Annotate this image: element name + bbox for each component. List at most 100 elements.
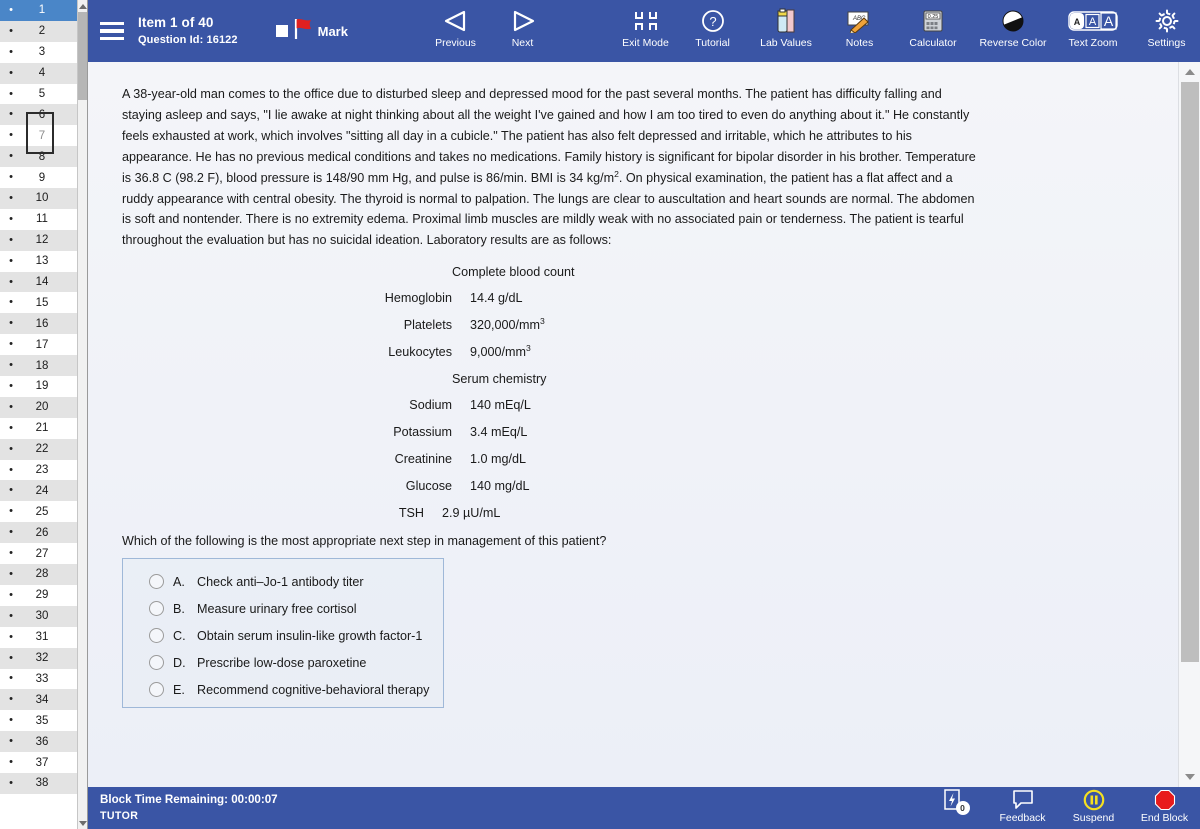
- menu-hamburger-icon[interactable]: [100, 22, 124, 40]
- question-number-list[interactable]: • 1 • 2 • 3 • 4 • 5 • 6 • 7 • 8 • 9 • 10 • 11 • 12 • 13 • 14 • 15 • 16 •…: [0, 0, 78, 829]
- question-nav-item-28[interactable]: • 28: [0, 564, 78, 585]
- question-nav-item-22[interactable]: • 22: [0, 438, 78, 460]
- settings-button[interactable]: Settings: [1133, 6, 1200, 49]
- question-nav-number: 6: [38, 108, 46, 121]
- sidebar-scrollbar[interactable]: [77, 0, 87, 829]
- radio-button[interactable]: [149, 655, 164, 671]
- question-nav-item-29[interactable]: • 29: [0, 585, 78, 606]
- radio-button[interactable]: [149, 628, 164, 644]
- content-scroll-down-button[interactable]: [1179, 769, 1200, 785]
- bullet-icon: •: [9, 379, 13, 392]
- question-nav-number: 10: [35, 192, 49, 205]
- question-nav-item-8[interactable]: • 8: [0, 146, 78, 168]
- question-nav-item-5[interactable]: • 5: [0, 84, 78, 105]
- radio-button[interactable]: [149, 574, 164, 590]
- question-nav-item-7[interactable]: • 7: [0, 125, 78, 146]
- bottom-status-bar: Block Time Remaining: 00:00:07 TUTOR 0 F…: [88, 787, 1200, 829]
- answer-option-b[interactable]: B. Measure urinary free cortisol: [123, 595, 443, 622]
- sidebar-scroll-thumb[interactable]: [78, 12, 87, 100]
- next-button[interactable]: Next: [489, 6, 556, 49]
- toolbar-left-group: Item 1 of 40 Question Id: 16122 Mark: [88, 0, 348, 62]
- reverse-color-button[interactable]: Reverse Color: [973, 6, 1053, 49]
- question-nav-item-33[interactable]: • 33: [0, 669, 78, 690]
- answer-option-c[interactable]: C. Obtain serum insulin-like growth facto…: [123, 622, 443, 649]
- question-nav-item-21[interactable]: • 21: [0, 418, 78, 439]
- radio-button[interactable]: [149, 682, 164, 698]
- question-nav-number: 12: [35, 234, 49, 247]
- question-nav-item-4[interactable]: • 4: [0, 62, 78, 84]
- question-nav-item-18[interactable]: • 18: [0, 355, 78, 377]
- question-nav-item-14[interactable]: • 14: [0, 271, 78, 293]
- lab-name: Sodium: [409, 398, 452, 413]
- question-nav-item-12[interactable]: • 12: [0, 229, 78, 251]
- text-zoom-button[interactable]: A A A Text Zoom: [1053, 6, 1133, 49]
- sidebar-scroll-down-button[interactable]: [78, 817, 87, 829]
- next-label: Next: [511, 37, 534, 49]
- question-nav-item-20[interactable]: • 20: [0, 396, 78, 418]
- suspend-button[interactable]: Suspend: [1058, 789, 1129, 824]
- bullet-icon: •: [9, 735, 13, 748]
- question-nav-item-2[interactable]: • 2: [0, 20, 78, 42]
- radio-button[interactable]: [149, 601, 164, 617]
- option-text: Recommend cognitive-behavioral therapy: [197, 682, 430, 697]
- question-nav-number: 37: [35, 756, 49, 769]
- question-nav-item-15[interactable]: • 15: [0, 292, 78, 313]
- content-scroll-thumb[interactable]: [1181, 82, 1199, 662]
- question-nav-item-11[interactable]: • 11: [0, 209, 78, 230]
- triangle-up-icon: [79, 3, 87, 9]
- main-pane: Item 1 of 40 Question Id: 16122 Mark Pre…: [88, 0, 1200, 829]
- question-nav-item-1[interactable]: • 1: [0, 0, 78, 21]
- answer-option-e[interactable]: E. Recommend cognitive-behavioral therapy: [123, 676, 443, 703]
- question-nav-item-16[interactable]: • 16: [0, 313, 78, 335]
- flash-card-button[interactable]: 0: [916, 789, 987, 815]
- question-nav-item-36[interactable]: • 36: [0, 731, 78, 753]
- question-nav-item-23[interactable]: • 23: [0, 460, 78, 481]
- question-nav-item-26[interactable]: • 26: [0, 522, 78, 544]
- question-stem: A 38-year-old man comes to the office du…: [122, 84, 977, 251]
- question-nav-item-6[interactable]: • 6: [0, 104, 78, 126]
- question-nav-item-34[interactable]: • 34: [0, 689, 78, 711]
- bullet-icon: •: [9, 150, 13, 163]
- bullet-icon: •: [9, 693, 13, 706]
- feedback-button[interactable]: Feedback: [987, 789, 1058, 824]
- question-nav-item-25[interactable]: • 25: [0, 501, 78, 522]
- question-nav-item-17[interactable]: • 17: [0, 334, 78, 355]
- question-nav-item-19[interactable]: • 19: [0, 376, 78, 397]
- question-nav-item-32[interactable]: • 32: [0, 647, 78, 669]
- question-nav-item-24[interactable]: • 24: [0, 480, 78, 502]
- content-scrollbar[interactable]: [1178, 62, 1200, 787]
- question-nav-number: 11: [36, 213, 48, 226]
- question-nav-item-30[interactable]: • 30: [0, 605, 78, 627]
- question-nav-item-10[interactable]: • 10: [0, 188, 78, 209]
- lab-values-button[interactable]: Lab Values: [746, 6, 826, 49]
- bullet-icon: •: [9, 400, 13, 413]
- answer-options-list[interactable]: A. Check anti–Jo-1 antibody titer B. Measur…: [122, 558, 444, 709]
- answer-option-d[interactable]: D. Prescribe low-dose paroxetine: [123, 649, 443, 676]
- calculator-button[interactable]: 0.25 Calculator: [893, 6, 973, 49]
- question-nav-number: 31: [35, 631, 49, 644]
- question-nav-item-37[interactable]: • 37: [0, 752, 78, 773]
- mark-question-button[interactable]: Mark: [275, 18, 348, 45]
- sidebar-scroll-up-button[interactable]: [78, 0, 87, 12]
- tutorial-button[interactable]: ? Tutorial: [679, 6, 746, 49]
- bullet-icon: •: [9, 24, 13, 37]
- exit-mode-button[interactable]: Exit Mode: [612, 6, 679, 49]
- lab-name: TSH: [398, 506, 424, 521]
- notes-label: Notes: [845, 37, 874, 49]
- question-nav-item-27[interactable]: • 27: [0, 543, 78, 564]
- question-nav-item-38[interactable]: • 38: [0, 772, 78, 794]
- question-nav-item-3[interactable]: • 3: [0, 42, 78, 63]
- notes-button[interactable]: ABC Notes: [826, 6, 893, 49]
- previous-button[interactable]: Previous: [422, 6, 489, 49]
- question-navigator-sidebar: • 1 • 2 • 3 • 4 • 5 • 6 • 7 • 8 • 9 • 10 • 11 • 12 • 13 • 14 • 15 • 16 •…: [0, 0, 88, 829]
- question-nav-item-13[interactable]: • 13: [0, 251, 78, 272]
- lab-row: Sodium 140 mEq/L: [122, 398, 1158, 412]
- answer-option-a[interactable]: A. Check anti–Jo-1 antibody titer: [123, 568, 443, 595]
- content-scroll-up-button[interactable]: [1179, 64, 1200, 80]
- end-block-button[interactable]: End Block: [1129, 789, 1200, 824]
- question-nav-item-35[interactable]: • 35: [0, 710, 78, 731]
- mark-checkbox[interactable]: [275, 25, 288, 37]
- question-nav-item-31[interactable]: • 31: [0, 627, 78, 648]
- question-nav-item-9[interactable]: • 9: [0, 167, 78, 188]
- svg-text:A: A: [1074, 17, 1081, 27]
